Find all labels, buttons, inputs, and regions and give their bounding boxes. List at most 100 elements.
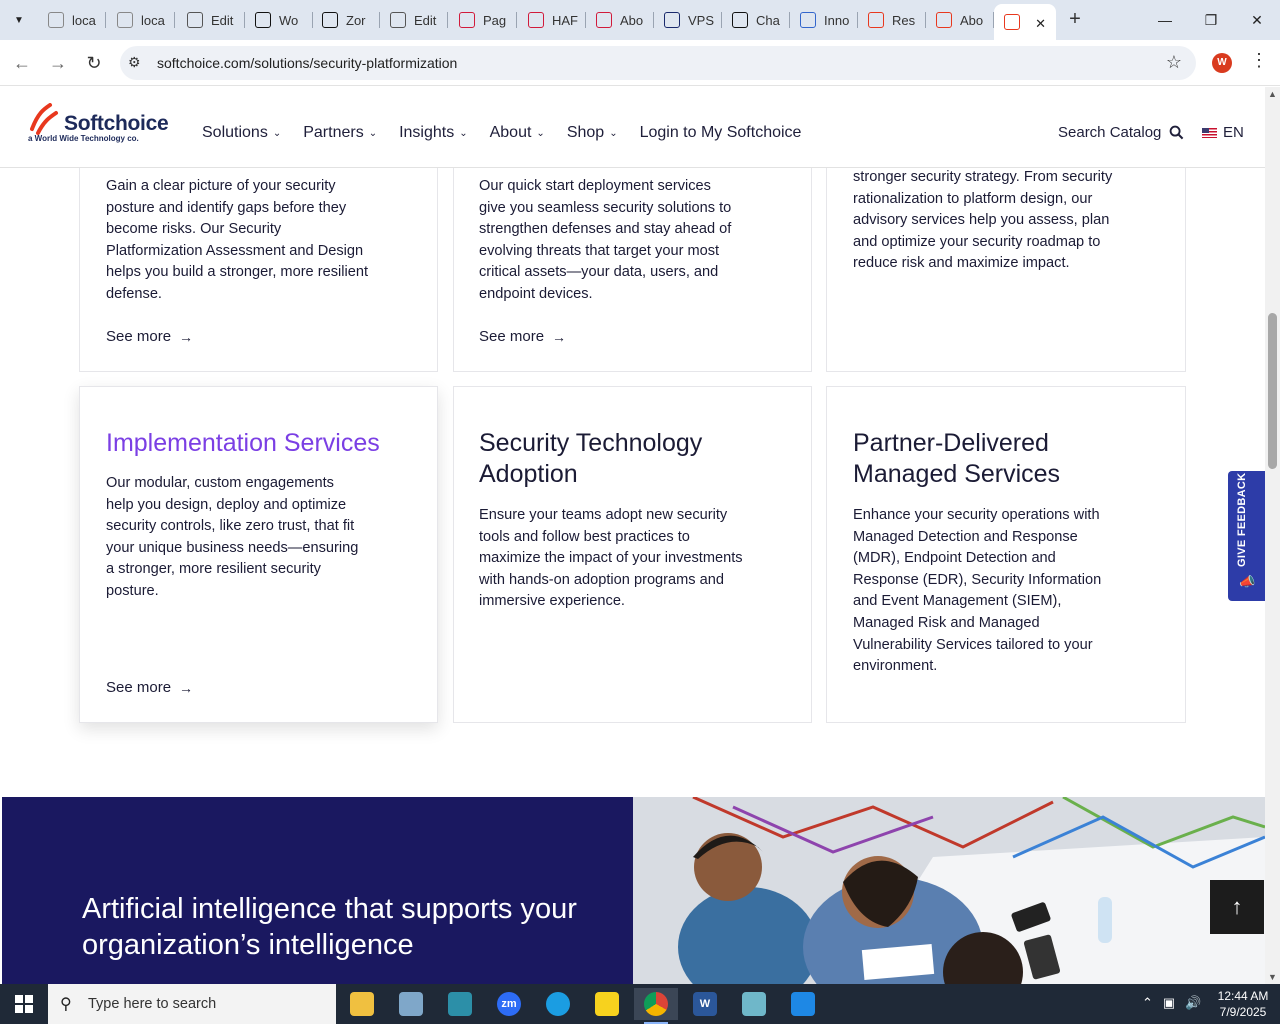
- chevron-down-icon: ⌄: [459, 127, 468, 139]
- card-description: Gain a clear picture of your security po…: [106, 178, 369, 302]
- browser-tab[interactable]: Edit: [380, 6, 448, 34]
- feedback-label: GIVE FEEDBACK: [1236, 472, 1248, 567]
- back-to-top-button[interactable]: ↑: [1210, 880, 1264, 934]
- browser-tab[interactable]: ✕: [994, 4, 1056, 40]
- chrome-app[interactable]: [634, 988, 678, 1024]
- reload-icon[interactable]: ↻: [83, 52, 105, 74]
- service-card-adoption[interactable]: Security Technology Adoption Ensure your…: [453, 386, 812, 723]
- site-header: Softchoice a World Wide Technology co. S…: [0, 87, 1265, 168]
- browser-tab[interactable]: Res: [858, 6, 926, 34]
- tab-separator: [447, 12, 448, 28]
- tab-title: Edit: [414, 12, 437, 28]
- taskbar-search-box[interactable]: ⚲ Type here to search: [48, 984, 336, 1024]
- word-app[interactable]: W: [683, 988, 727, 1020]
- close-tab-icon[interactable]: ✕: [1035, 16, 1046, 32]
- service-card-implementation[interactable]: Implementation Services Our modular, cus…: [79, 386, 438, 723]
- chatgpt-icon: [255, 12, 271, 28]
- see-more-link[interactable]: See more →: [106, 679, 193, 696]
- windows-start-button[interactable]: [0, 984, 48, 1024]
- bookmark-star-icon[interactable]: ☆: [1166, 52, 1182, 73]
- search-catalog-link[interactable]: Search Catalog: [1058, 124, 1184, 141]
- browser-tab[interactable]: Inno: [790, 6, 858, 34]
- browser-tab-strip: ▼ loca loca Edit Wo Zor Edit Pag HAF Abo VPS Cha In…: [0, 0, 1280, 40]
- us-flag-icon: [1202, 127, 1217, 138]
- clock-date: 7/9/2025: [1219, 1005, 1267, 1019]
- logo-tagline: a World Wide Technology co.: [28, 134, 139, 143]
- browser-tab[interactable]: Wo: [245, 6, 313, 34]
- scroll-thumb[interactable]: [1268, 313, 1277, 469]
- app-diamond[interactable]: [438, 988, 482, 1020]
- volume-icon[interactable]: 🔊: [1185, 995, 1201, 1011]
- chevron-up-icon[interactable]: ⌃: [1142, 995, 1153, 1011]
- notepad-app[interactable]: [732, 988, 776, 1020]
- browser-tab[interactable]: Zor: [312, 6, 380, 34]
- browser-tab[interactable]: Abo: [586, 6, 654, 34]
- service-card-managed[interactable]: Partner-Delivered Managed Services Enhan…: [826, 386, 1186, 723]
- minimize-button[interactable]: —: [1142, 8, 1188, 32]
- back-arrow-icon[interactable]: ←: [11, 52, 33, 74]
- card-title[interactable]: Partner-Delivered Managed Services: [853, 428, 1153, 490]
- edge-app[interactable]: [536, 988, 580, 1020]
- card-title[interactable]: Implementation Services: [106, 428, 406, 459]
- browser-tab[interactable]: VPS: [654, 6, 722, 34]
- nav-login[interactable]: Login to My Softchoice: [640, 124, 802, 142]
- profile-avatar[interactable]: W: [1212, 53, 1232, 73]
- browser-tab[interactable]: loca: [107, 6, 175, 34]
- tab-title: Abo: [620, 12, 644, 28]
- service-card-advisory: stronger security strategy. From securit…: [826, 147, 1186, 372]
- arrow-up-icon: ↑: [1231, 894, 1243, 919]
- folder-icon: [350, 992, 374, 1016]
- nav-about[interactable]: About ⌄: [490, 124, 545, 142]
- service-card-assessment: Gain a clear picture of your security po…: [79, 147, 438, 372]
- forward-arrow-icon[interactable]: →: [47, 52, 69, 74]
- tab-search-icon[interactable]: ▼: [6, 7, 32, 33]
- nav-solutions[interactable]: Solutions ⌄: [202, 124, 281, 142]
- browser-tab[interactable]: loca: [38, 6, 106, 34]
- system-tray: ⌃ ▣ 🔊: [1142, 995, 1201, 1011]
- network-icon[interactable]: ▣: [1163, 995, 1175, 1011]
- nav-insights[interactable]: Insights ⌄: [399, 124, 468, 142]
- diamond-app-icon: [448, 992, 472, 1016]
- language-label: EN: [1223, 124, 1244, 141]
- nav-label: Solutions: [202, 124, 268, 141]
- windows-taskbar: ⚲ Type here to search zm W ⌃ ▣ 🔊 12:44 A…: [0, 984, 1280, 1024]
- see-more-link[interactable]: See more →: [479, 328, 566, 345]
- scroll-down-arrow-icon[interactable]: ▼: [1268, 972, 1277, 982]
- close-window-button[interactable]: ✕: [1234, 8, 1280, 32]
- search-icon: [1170, 125, 1184, 140]
- scroll-up-arrow-icon[interactable]: ▲: [1268, 89, 1277, 99]
- url-text[interactable]: softchoice.com/solutions/security-platfo…: [157, 55, 457, 71]
- address-bar[interactable]: ⚙ softchoice.com/solutions/security-plat…: [120, 46, 1196, 80]
- see-more-link[interactable]: See more →: [106, 328, 193, 345]
- site-info-icon[interactable]: ⚙: [128, 54, 141, 71]
- taskbar-clock[interactable]: 12:44 AM 7/9/2025: [1212, 988, 1274, 1020]
- card-description: stronger security strategy. From securit…: [853, 169, 1113, 272]
- language-selector[interactable]: EN: [1202, 124, 1244, 141]
- zoom-app[interactable]: zm: [487, 988, 531, 1020]
- nav-partners[interactable]: Partners ⌄: [303, 124, 377, 142]
- vscode-app[interactable]: [781, 988, 825, 1020]
- edge-icon: [546, 992, 570, 1016]
- sticky-notes-app[interactable]: [585, 988, 629, 1020]
- give-feedback-tab[interactable]: GIVE FEEDBACK 📣: [1228, 471, 1265, 601]
- browser-tab[interactable]: HAF: [518, 6, 586, 34]
- nav-shop[interactable]: Shop ⌄: [567, 124, 618, 142]
- chatgpt-icon: [732, 12, 748, 28]
- diamond-icon: [596, 12, 612, 28]
- tab-title: Cha: [756, 12, 780, 28]
- paint-app[interactable]: [389, 988, 433, 1020]
- browser-tab[interactable]: Abo: [926, 6, 994, 34]
- browser-tab[interactable]: Edit: [177, 6, 245, 34]
- arrow-right-icon: →: [179, 328, 194, 345]
- file-explorer-app[interactable]: [340, 988, 384, 1020]
- browser-menu-icon[interactable]: ⋮: [1250, 50, 1268, 71]
- page-scrollbar[interactable]: ▲ ▼: [1265, 87, 1280, 984]
- ai-banner-heading: Artificial intelligence that supports yo…: [82, 893, 577, 961]
- softchoice-logo[interactable]: Softchoice a World Wide Technology co.: [28, 103, 169, 147]
- browser-tab[interactable]: Cha: [722, 6, 790, 34]
- browser-tab[interactable]: Pag: [449, 6, 517, 34]
- card-title[interactable]: Security Technology Adoption: [479, 428, 739, 490]
- nav-label: About: [489, 124, 532, 141]
- new-tab-button[interactable]: +: [1064, 9, 1086, 31]
- restore-button[interactable]: ❐: [1188, 8, 1234, 32]
